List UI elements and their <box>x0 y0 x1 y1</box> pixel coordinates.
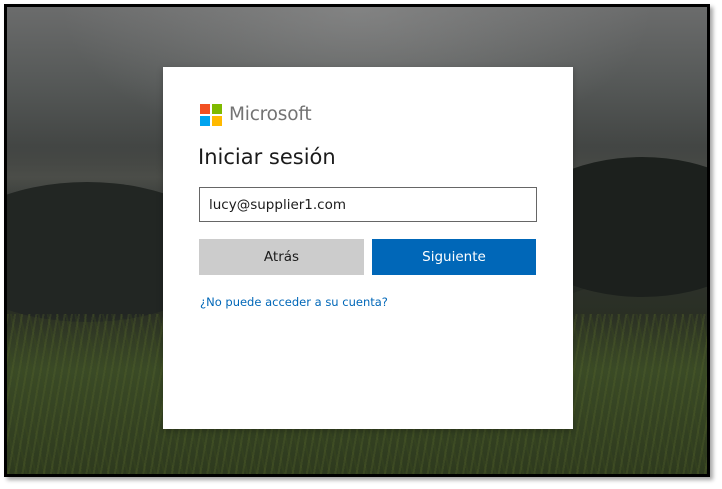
logo-square-blue <box>200 115 210 126</box>
windows-logo-icon <box>200 103 222 126</box>
brand-name: Microsoft <box>229 104 312 125</box>
screenshot-frame: Microsoft Iniciar sesión Atrás Siguiente… <box>4 4 710 477</box>
logo-square-red <box>200 103 210 114</box>
next-button[interactable]: Siguiente <box>372 239 536 275</box>
logo-square-green <box>212 103 222 114</box>
microsoft-logo: Microsoft <box>200 103 312 126</box>
email-field[interactable] <box>199 187 537 222</box>
signin-dialog: Microsoft Iniciar sesión Atrás Siguiente… <box>163 67 573 429</box>
cant-access-account-link[interactable]: ¿No puede acceder a su cuenta? <box>200 295 388 309</box>
page-title: Iniciar sesión <box>198 145 336 169</box>
back-button[interactable]: Atrás <box>199 239 364 275</box>
logo-square-yellow <box>212 115 222 126</box>
